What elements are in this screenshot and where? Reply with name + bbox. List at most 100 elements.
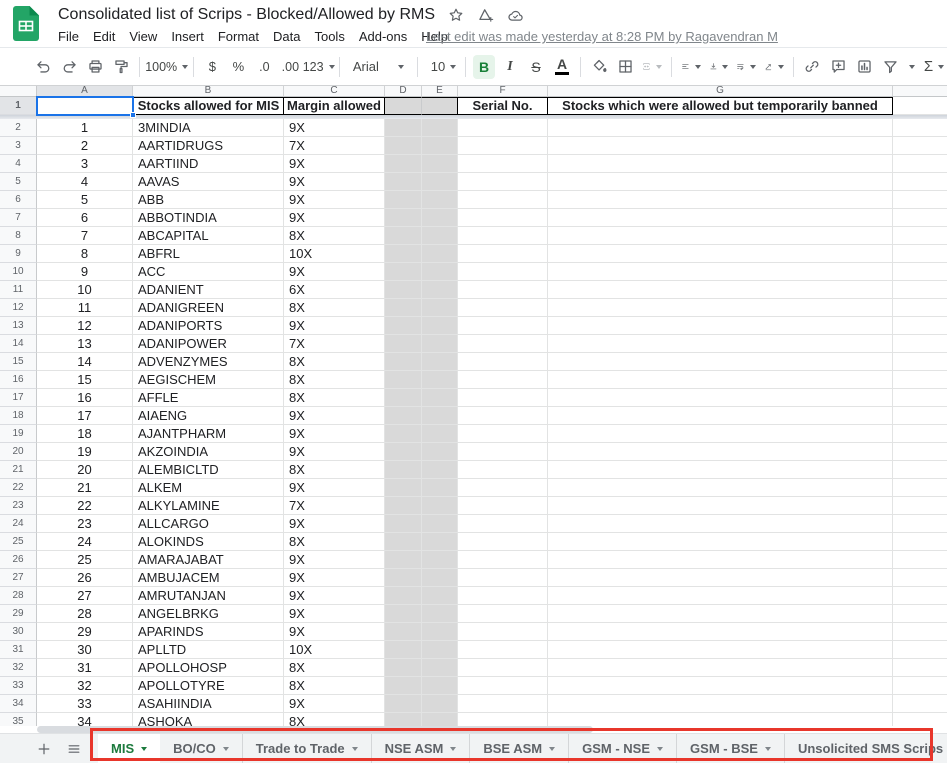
cell-serial[interactable]: 18 — [37, 425, 133, 443]
cell-serial[interactable]: 12 — [37, 317, 133, 335]
cell-margin[interactable]: 7X — [284, 137, 385, 155]
cell-serial[interactable]: 32 — [37, 677, 133, 695]
cell-margin[interactable]: 8X — [284, 353, 385, 371]
cell-empty-g[interactable] — [548, 641, 893, 659]
cell-serial[interactable]: 23 — [37, 515, 133, 533]
print-button[interactable] — [84, 55, 106, 79]
cell-margin[interactable]: 9X — [284, 587, 385, 605]
row-header[interactable]: 31 — [0, 641, 37, 659]
horizontal-scrollbar-thumb[interactable] — [37, 726, 593, 733]
cell-gray-d[interactable] — [385, 677, 422, 695]
cell-stock-name[interactable]: APOLLOHOSP — [133, 659, 284, 677]
cell-empty-g[interactable] — [548, 533, 893, 551]
cell-empty-g[interactable] — [548, 209, 893, 227]
document-title[interactable]: Consolidated list of Scrips - Blocked/Al… — [58, 6, 435, 24]
vertical-align-button[interactable] — [707, 55, 731, 79]
cell-stock-name[interactable]: APARINDS — [133, 623, 284, 641]
row-header[interactable]: 32 — [0, 659, 37, 677]
sheets-logo-icon[interactable] — [13, 6, 39, 41]
cell-stock-name[interactable]: APOLLOTYRE — [133, 677, 284, 695]
cell-gray-d[interactable] — [385, 623, 422, 641]
cell-empty-h[interactable] — [893, 371, 947, 389]
cell-gray-d[interactable] — [385, 605, 422, 623]
all-sheets-button[interactable] — [62, 737, 86, 761]
cloud-saved-icon[interactable] — [507, 8, 524, 23]
cell-serial[interactable]: 14 — [37, 353, 133, 371]
cell-empty-g[interactable] — [548, 713, 893, 726]
cell-stock-name[interactable]: ASHOKA — [133, 713, 284, 726]
cell-gray-e[interactable] — [422, 119, 458, 137]
row-header[interactable]: 11 — [0, 281, 37, 299]
cell-empty-f[interactable] — [458, 353, 548, 371]
cell-empty-f[interactable] — [458, 551, 548, 569]
cell-gray-d[interactable] — [385, 335, 422, 353]
cell-gray-e[interactable] — [422, 407, 458, 425]
column-header[interactable]: D — [385, 86, 422, 97]
cell-stock-name[interactable]: AJANTPHARM — [133, 425, 284, 443]
cell-margin[interactable]: 9X — [284, 155, 385, 173]
cell-empty-g[interactable] — [548, 497, 893, 515]
cell-serial[interactable]: 8 — [37, 245, 133, 263]
menu-item[interactable]: Edit — [86, 27, 122, 46]
cell-gray-d[interactable] — [385, 191, 422, 209]
select-all-corner[interactable] — [0, 86, 37, 97]
cell-gray-d[interactable] — [385, 695, 422, 713]
cell-empty-f[interactable] — [458, 299, 548, 317]
cell-gray-e[interactable] — [422, 191, 458, 209]
cell-margin[interactable]: 7X — [284, 497, 385, 515]
cell-empty-g[interactable] — [548, 677, 893, 695]
sheet-tab[interactable]: GSM - NSE — [569, 733, 678, 763]
cell-margin[interactable]: 9X — [284, 551, 385, 569]
cell-margin[interactable]: 9X — [284, 191, 385, 209]
cell-empty-f[interactable] — [458, 155, 548, 173]
row-header[interactable]: 25 — [0, 533, 37, 551]
cell-margin[interactable]: 8X — [284, 677, 385, 695]
star-icon[interactable] — [448, 7, 464, 23]
fill-handle[interactable] — [130, 112, 136, 118]
row-header[interactable]: 28 — [0, 587, 37, 605]
cell-serial[interactable]: 20 — [37, 461, 133, 479]
cell-empty-g[interactable] — [548, 407, 893, 425]
cell-h1[interactable] — [893, 97, 947, 115]
cell-serial[interactable]: 4 — [37, 173, 133, 191]
cell-stock-name[interactable]: ABCAPITAL — [133, 227, 284, 245]
borders-button[interactable] — [614, 55, 636, 79]
cell-stock-name[interactable]: ALEMBICLTD — [133, 461, 284, 479]
row-header[interactable]: 26 — [0, 551, 37, 569]
row-header[interactable]: 8 — [0, 227, 37, 245]
sheet-tab[interactable]: Unsolicited SMS Scrips blocked — [785, 734, 947, 763]
cell-gray-d[interactable] — [385, 227, 422, 245]
cell-empty-g[interactable] — [548, 191, 893, 209]
cell-empty-h[interactable] — [893, 119, 947, 137]
cell-empty-f[interactable] — [458, 641, 548, 659]
cell-gray-e[interactable] — [422, 353, 458, 371]
font-size-select[interactable]: 10 — [425, 55, 458, 79]
sheet-tab[interactable]: BO/CO — [160, 733, 243, 763]
row-header[interactable]: 24 — [0, 515, 37, 533]
cell-margin[interactable]: 9X — [284, 569, 385, 587]
redo-button[interactable] — [58, 55, 80, 79]
text-wrap-button[interactable] — [734, 55, 758, 79]
cell-margin[interactable]: 8X — [284, 389, 385, 407]
cell-empty-f[interactable] — [458, 497, 548, 515]
cell-gray-e[interactable] — [422, 299, 458, 317]
font-select[interactable]: Arial — [347, 55, 410, 79]
row-header[interactable]: 20 — [0, 443, 37, 461]
insert-chart-button[interactable] — [853, 55, 875, 79]
format-currency-button[interactable]: $ — [201, 55, 223, 79]
cell-stock-name[interactable]: AAVAS — [133, 173, 284, 191]
row-header[interactable]: 30 — [0, 623, 37, 641]
cell-empty-f[interactable] — [458, 479, 548, 497]
cell-empty-f[interactable] — [458, 317, 548, 335]
sheet-tab[interactable]: MIS — [98, 733, 161, 763]
cell-margin[interactable]: 8X — [284, 659, 385, 677]
cell-empty-h[interactable] — [893, 605, 947, 623]
cell-margin[interactable]: 9X — [284, 407, 385, 425]
cell-empty-f[interactable] — [458, 461, 548, 479]
cell-serial[interactable]: 21 — [37, 479, 133, 497]
cell-serial[interactable]: 19 — [37, 443, 133, 461]
row-header[interactable]: 13 — [0, 317, 37, 335]
cell-stock-name[interactable]: ADANIPORTS — [133, 317, 284, 335]
cell-serial[interactable]: 15 — [37, 371, 133, 389]
cell-empty-f[interactable] — [458, 407, 548, 425]
